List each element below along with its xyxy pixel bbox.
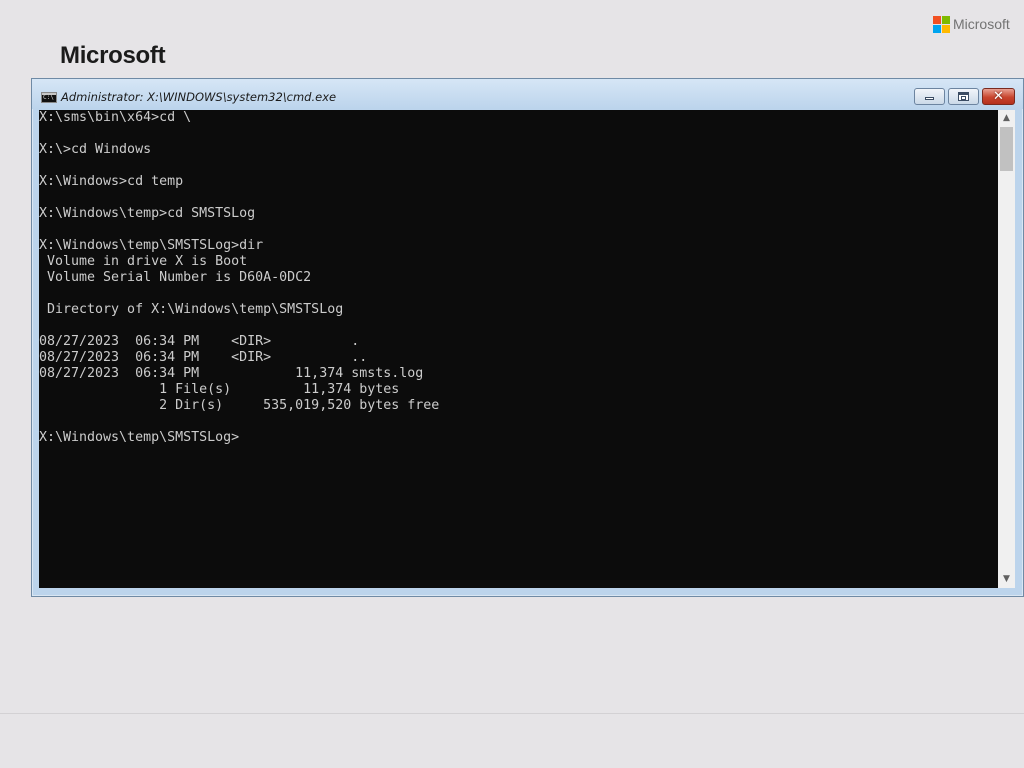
page-title: Microsoft xyxy=(60,42,166,69)
desktop-background: Microsoft Microsoft Administrator: X:\WI… xyxy=(0,0,1024,768)
window-title: Administrator: X:\WINDOWS\system32\cmd.e… xyxy=(61,90,337,104)
scroll-down-icon[interactable]: ▼ xyxy=(998,571,1015,588)
cmd-window[interactable]: Administrator: X:\WINDOWS\system32\cmd.e… xyxy=(31,78,1024,597)
microsoft-logo-icon xyxy=(933,15,950,33)
logo-square-green xyxy=(942,15,950,24)
microsoft-logo-text: Microsoft xyxy=(953,16,1010,32)
microsoft-logo: Microsoft xyxy=(933,15,1010,33)
logo-square-blue xyxy=(933,24,941,33)
scroll-thumb[interactable] xyxy=(1000,127,1013,171)
console-output[interactable]: X:\sms\bin\x64>cd \ X:\>cd Windows X:\Wi… xyxy=(39,110,998,588)
console-text: X:\sms\bin\x64>cd \ X:\>cd Windows X:\Wi… xyxy=(39,110,440,445)
close-icon: ✕ xyxy=(993,89,1004,104)
minimize-icon xyxy=(925,97,934,100)
close-button[interactable]: ✕ xyxy=(982,88,1015,105)
maximize-button[interactable] xyxy=(948,88,979,105)
maximize-icon xyxy=(958,92,969,101)
logo-square-yellow xyxy=(942,24,950,33)
scroll-up-icon[interactable]: ▲ xyxy=(998,110,1015,127)
divider xyxy=(0,713,1024,714)
minimize-button[interactable] xyxy=(914,88,945,105)
logo-square-red xyxy=(933,15,941,24)
window-titlebar[interactable]: Administrator: X:\WINDOWS\system32\cmd.e… xyxy=(32,79,1023,109)
cmd-icon[interactable] xyxy=(41,92,57,103)
vertical-scrollbar[interactable]: ▲ ▼ xyxy=(998,110,1015,588)
